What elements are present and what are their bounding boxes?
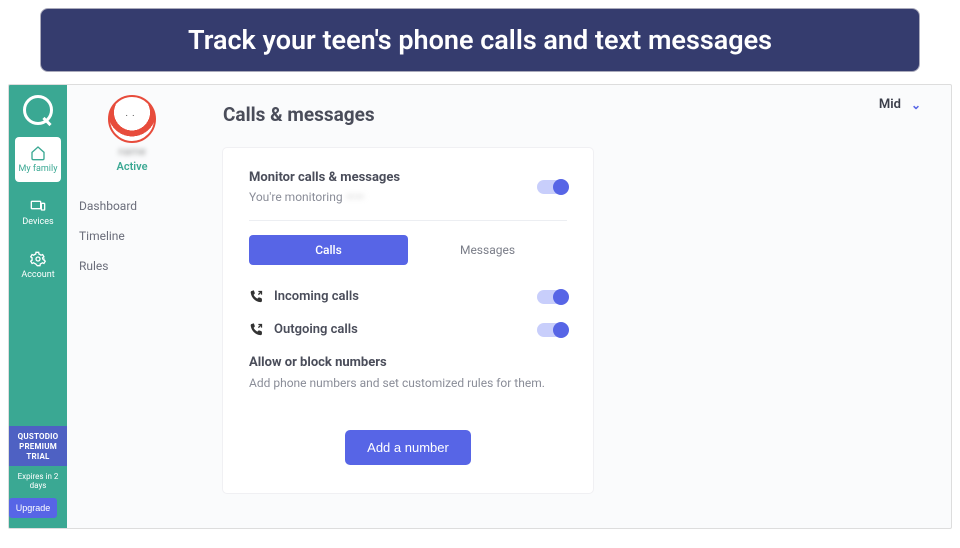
sidebar-item-devices[interactable]: Devices [15, 190, 61, 235]
child-selector[interactable]: Mid ⌄ [879, 97, 921, 112]
sidebar-item-account[interactable]: Account [15, 243, 61, 288]
nav-timeline[interactable]: Timeline [75, 221, 189, 251]
tab-messages[interactable]: Messages [408, 235, 567, 265]
promo-banner: Track your teen's phone calls and text m… [40, 8, 920, 72]
phone-outgoing-icon [249, 322, 264, 337]
block-numbers-subtext: Add phone numbers and set customized rul… [249, 376, 567, 390]
chevron-down-icon: ⌄ [911, 98, 921, 112]
monitor-target-redacted: —— [346, 190, 365, 204]
tab-calls[interactable]: Calls [249, 235, 408, 265]
nav-rules[interactable]: Rules [75, 251, 189, 281]
trial-banner: QUSTODIO PREMIUM TRIAL [9, 426, 67, 466]
sidebar-item-label: Account [21, 270, 54, 280]
trial-expires: Expires in 2 days [9, 466, 67, 496]
calls-messages-card: Monitor calls & messages You're monitori… [223, 148, 593, 493]
nav-dashboard[interactable]: Dashboard [75, 191, 189, 221]
phone-incoming-icon [249, 289, 264, 304]
sidebar-item-label: My family [19, 164, 58, 174]
sidebar-item-my-family[interactable]: My family [15, 137, 61, 182]
upgrade-button[interactable]: Upgrade [9, 498, 57, 518]
outgoing-calls-label: Outgoing calls [274, 322, 358, 337]
gear-icon [30, 251, 46, 267]
outgoing-calls-row: Outgoing calls [249, 322, 567, 337]
devices-icon [30, 198, 46, 214]
child-selector-label: Mid [879, 97, 901, 112]
monitor-subtext: You're monitoring —— [249, 190, 400, 204]
profile-column: name Active Dashboard Timeline Rules [67, 85, 197, 528]
trial-title: QUSTODIO PREMIUM TRIAL [11, 432, 65, 462]
incoming-calls-row: Incoming calls [249, 289, 567, 304]
sidebar: My family Devices Account QUSTODIO PREMI… [9, 85, 67, 528]
monitor-toggle[interactable] [537, 180, 567, 194]
incoming-calls-label: Incoming calls [274, 289, 359, 304]
avatar[interactable] [108, 95, 156, 143]
block-numbers-title: Allow or block numbers [249, 355, 567, 370]
home-icon [30, 145, 46, 161]
app-logo-icon [23, 95, 53, 125]
add-number-button[interactable]: Add a number [345, 430, 471, 465]
monitor-subtext-prefix: You're monitoring [249, 190, 346, 204]
monitor-title: Monitor calls & messages [249, 170, 400, 185]
divider [249, 220, 567, 221]
incoming-toggle[interactable] [537, 290, 567, 304]
profile-name-redacted: name [75, 145, 189, 158]
app-frame: My family Devices Account QUSTODIO PREMI… [8, 84, 952, 529]
tabs: Calls Messages [249, 235, 567, 265]
outgoing-toggle[interactable] [537, 323, 567, 337]
sidebar-item-label: Devices [22, 217, 53, 227]
profile-status: Active [75, 160, 189, 173]
page-title: Calls & messages [223, 103, 925, 126]
main-content: Mid ⌄ Calls & messages Monitor calls & m… [197, 85, 951, 528]
